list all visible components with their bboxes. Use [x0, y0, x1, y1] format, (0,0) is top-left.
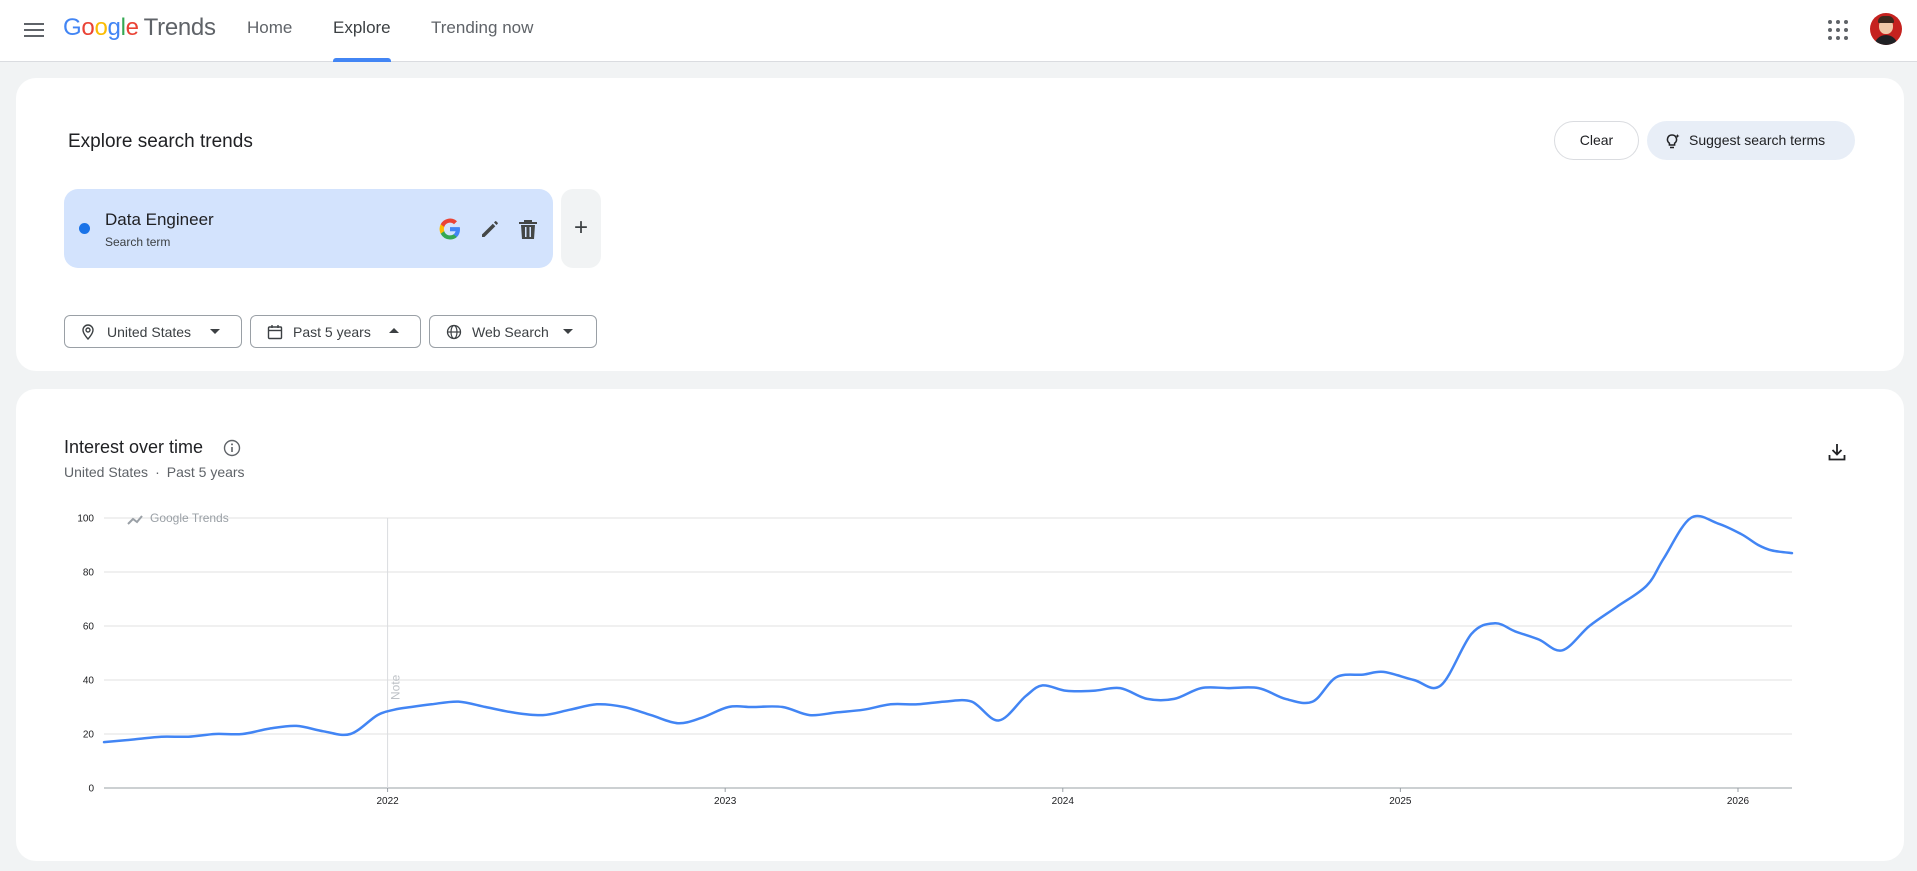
- calendar-icon: [267, 325, 283, 340]
- tab-explore[interactable]: Explore: [333, 0, 391, 62]
- google-trends-watermark: Google Trends: [150, 511, 229, 525]
- google-trends-logo[interactable]: Google Trends: [63, 14, 216, 42]
- explore-title: Explore search trends: [68, 131, 253, 152]
- note-marker-label: Note: [389, 674, 403, 700]
- clear-button[interactable]: Clear: [1554, 121, 1639, 160]
- google-apps-icon[interactable]: [1827, 19, 1849, 41]
- chevron-up-icon: [389, 328, 399, 333]
- time-filter-dropdown[interactable]: Past 5 years: [250, 315, 421, 348]
- y-tick-label: 40: [83, 676, 95, 687]
- search-term-name: Data Engineer: [105, 210, 214, 229]
- x-tick-label: 2023: [714, 796, 737, 807]
- edit-pencil-icon[interactable]: [479, 218, 501, 240]
- suggest-label: Suggest search terms: [1689, 132, 1826, 148]
- top-app-bar: Google Trends Home Explore Trending now: [0, 0, 1917, 62]
- y-tick-label: 20: [83, 730, 95, 741]
- location-pin-icon: [82, 324, 94, 340]
- y-tick-label: 60: [83, 622, 95, 633]
- x-tick-label: 2022: [376, 796, 399, 807]
- chevron-down-icon: [210, 329, 220, 334]
- chevron-down-icon: [563, 329, 573, 334]
- google-g-icon[interactable]: [437, 216, 463, 242]
- time-filter-label: Past 5 years: [293, 324, 371, 340]
- add-comparison-button[interactable]: +: [561, 189, 601, 268]
- tab-trending-now[interactable]: Trending now: [431, 0, 533, 62]
- user-avatar[interactable]: [1870, 13, 1902, 45]
- lightbulb-sparkle-icon: [1666, 134, 1680, 149]
- explore-card: Explore search trends Clear Suggest sear…: [16, 78, 1904, 371]
- series-color-dot: [79, 223, 90, 234]
- series-line: [102, 514, 1794, 744]
- hamburger-menu-icon[interactable]: [22, 19, 50, 43]
- y-tick-label: 0: [88, 784, 94, 795]
- interest-line-chart: 0 20 40 60 80 100 Note 2022 2023 2024 2025 2026 Goog…: [77, 511, 1794, 807]
- x-tick-label: 2025: [1389, 796, 1412, 807]
- x-tick-label: 2024: [1052, 796, 1075, 807]
- trend-watermark-icon: [127, 515, 143, 525]
- suggest-search-terms-button[interactable]: Suggest search terms: [1647, 121, 1855, 160]
- x-tick-label: 2026: [1727, 796, 1750, 807]
- search-term-chip[interactable]: Data Engineer Search term: [64, 189, 553, 268]
- property-filter-label: Web Search: [472, 324, 549, 340]
- y-tick-label: 100: [77, 514, 94, 525]
- y-tick-label: 80: [83, 568, 95, 579]
- delete-trash-icon[interactable]: [518, 218, 538, 240]
- property-filter-dropdown[interactable]: Web Search: [429, 315, 597, 348]
- globe-icon: [446, 324, 462, 340]
- location-filter-dropdown[interactable]: United States: [64, 315, 242, 348]
- interest-over-time-card: Interest over time United States · Past 5 …: [16, 389, 1904, 861]
- tab-home[interactable]: Home: [247, 0, 292, 62]
- search-term-type: Search term: [105, 235, 171, 249]
- location-filter-label: United States: [107, 324, 192, 340]
